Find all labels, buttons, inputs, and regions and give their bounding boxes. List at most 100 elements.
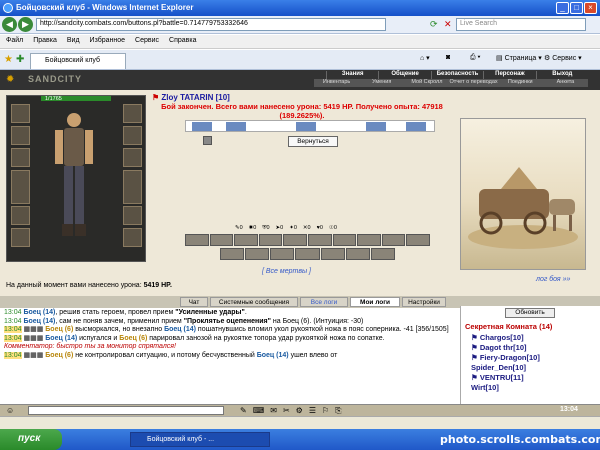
menu-view[interactable]: Вид — [67, 37, 80, 48]
user-list-item[interactable]: Wirt[10] — [471, 383, 499, 392]
tab-chat[interactable]: Чат — [180, 297, 208, 307]
tab-settings[interactable]: Настройки — [402, 297, 446, 307]
nav-character[interactable]: Персонаж — [483, 71, 535, 79]
hp-value: 1/1765 — [45, 96, 62, 102]
skill-icon[interactable] — [295, 248, 320, 260]
clan-icon: ⚑ — [471, 373, 478, 382]
skill-icon[interactable] — [209, 234, 234, 246]
equip-slot-leggings[interactable] — [123, 228, 142, 247]
browser-status-bar — [0, 416, 600, 429]
favorites-star-icon[interactable]: ★ — [4, 54, 13, 65]
clan-flag-icon: ⚑ — [152, 93, 160, 102]
back-arrow-icon[interactable]: ◀ — [2, 17, 17, 32]
subnav-scroll[interactable]: Мой Скролл — [404, 79, 449, 87]
equip-slot-armor[interactable] — [11, 170, 30, 204]
skill-icon[interactable] — [258, 234, 283, 246]
subnav-transfers[interactable]: Отчет о переводах — [450, 79, 498, 87]
menu-tools[interactable]: Сервис — [135, 37, 159, 48]
print-icon[interactable]: ⎙ ▾ — [470, 54, 481, 62]
tab-system[interactable]: Системные сообщения — [210, 297, 298, 307]
nav-exit[interactable]: Выход — [535, 71, 588, 79]
browser-tab[interactable]: Бойцовский клуб — [30, 53, 126, 69]
address-input[interactable]: http://sandcity.combats.com/buttons.pl?b… — [36, 18, 386, 31]
taskbar-window-item[interactable]: Бойцовский клуб - ... — [130, 432, 270, 447]
skill-icon[interactable] — [357, 234, 381, 246]
maximize-button[interactable]: □ — [570, 2, 583, 14]
subnav-skills[interactable]: Умения — [359, 79, 404, 87]
skill-icon[interactable] — [320, 248, 345, 260]
equip-slot-pocket[interactable] — [11, 228, 30, 247]
home-icon[interactable]: ⌂ ▾ — [420, 54, 430, 62]
chat-tool-icons[interactable]: ✎⌨✉✂⚙☰⚐⎘ — [240, 406, 348, 416]
chat-input-bar: ☺ ✎⌨✉✂⚙☰⚐⎘ 13:04 — [0, 404, 600, 416]
chat-input[interactable] — [28, 406, 224, 415]
equip-slot-helmet[interactable] — [11, 104, 30, 123]
skill-icon[interactable] — [370, 248, 395, 260]
skill-icon[interactable] — [245, 248, 270, 260]
fighter-icon[interactable] — [366, 122, 386, 131]
skill-icon[interactable] — [406, 234, 430, 246]
minimize-button[interactable]: _ — [556, 2, 569, 14]
close-button[interactable]: × — [584, 2, 597, 14]
equip-slot-earrings[interactable] — [123, 104, 142, 123]
search-input[interactable]: Live Search — [456, 18, 586, 31]
equip-slot-boots[interactable] — [123, 206, 142, 225]
stop-icon[interactable]: ✕ — [444, 19, 452, 30]
menu-favorites[interactable]: Избранное — [90, 37, 125, 48]
game-nav: Знания Общение Безопасность Персонаж Вых… — [326, 71, 588, 79]
skill-icon[interactable] — [234, 234, 258, 246]
tab-my-logs[interactable]: Мои логи — [350, 297, 400, 307]
game-clock: 13:04 — [560, 406, 578, 413]
battle-log-link[interactable]: лог боя »» — [536, 276, 570, 283]
nav-knowledge[interactable]: Знания — [326, 71, 378, 79]
skill-icon[interactable] — [283, 234, 307, 246]
user-list-item[interactable]: ⚑ Fiery-Dragon[10] — [471, 353, 540, 362]
skill-icon[interactable] — [307, 234, 332, 246]
character-figure — [55, 113, 93, 236]
start-button[interactable]: пуск — [0, 429, 62, 450]
page-menu[interactable]: ▤ Страница ▾ — [496, 54, 542, 62]
subnav-profile[interactable]: Анкета — [543, 79, 588, 87]
refresh-icon[interactable]: ⟳ — [430, 19, 438, 30]
refresh-button[interactable]: Обновить — [505, 308, 555, 318]
nav-security[interactable]: Безопасность — [430, 71, 483, 79]
menu-file[interactable]: Файл — [6, 37, 23, 48]
skill-icon[interactable] — [332, 234, 357, 246]
equip-slot-weapon[interactable] — [11, 148, 30, 167]
user-list-item[interactable]: ⚑ Dagot thr[10] — [471, 343, 527, 352]
subnav-inventory[interactable]: Инвентарь — [314, 79, 359, 87]
user-list-item[interactable]: ⚑ Chargos[10] — [471, 333, 524, 342]
return-button[interactable]: Вернуться — [288, 136, 338, 147]
tools-menu[interactable]: ⚙ Сервис ▾ — [544, 54, 582, 62]
user-list-item[interactable]: ⚑ VENTRU[11] — [471, 373, 524, 382]
feeds-icon[interactable]: ◙ — [446, 54, 450, 61]
fighter-icon[interactable] — [192, 122, 212, 131]
menu-edit[interactable]: Правка — [33, 37, 57, 48]
tab-all-logs[interactable]: Все логи — [300, 297, 348, 307]
equip-slot-belt[interactable] — [11, 206, 30, 225]
player-name[interactable]: ⚑ Zloy TATARIN [10] — [152, 93, 230, 102]
equip-slot-shield[interactable] — [123, 170, 142, 204]
fighter-icon[interactable] — [226, 122, 246, 131]
skill-icon[interactable] — [270, 248, 295, 260]
team-strip — [185, 120, 435, 132]
fighter-icon[interactable] — [406, 122, 426, 131]
damage-summary: На данный момент вами нанесено урона: 54… — [6, 282, 172, 289]
smile-icon[interactable]: ☺ — [6, 406, 14, 415]
equip-slot-necklace[interactable] — [11, 126, 30, 145]
skill-icon[interactable] — [381, 234, 406, 246]
equip-slot-gloves[interactable] — [123, 126, 142, 145]
subnav-battles[interactable]: Поединки — [498, 79, 543, 87]
skill-icon[interactable] — [220, 248, 245, 260]
user-list-item[interactable]: Spider_Den[10] — [471, 363, 526, 372]
all-dead-link[interactable]: [ Все мертвы ] — [262, 268, 311, 275]
counter-counter: ✕0 — [302, 225, 311, 231]
skill-icon[interactable] — [345, 248, 370, 260]
forward-arrow-icon[interactable]: ▶ — [18, 17, 33, 32]
fighter-icon[interactable] — [296, 122, 316, 131]
menu-help[interactable]: Справка — [169, 37, 196, 48]
add-favorite-icon[interactable]: ✚ — [16, 54, 24, 65]
nav-communication[interactable]: Общение — [378, 71, 430, 79]
skill-icon[interactable] — [185, 234, 209, 246]
equip-slot-ring[interactable] — [123, 148, 142, 167]
